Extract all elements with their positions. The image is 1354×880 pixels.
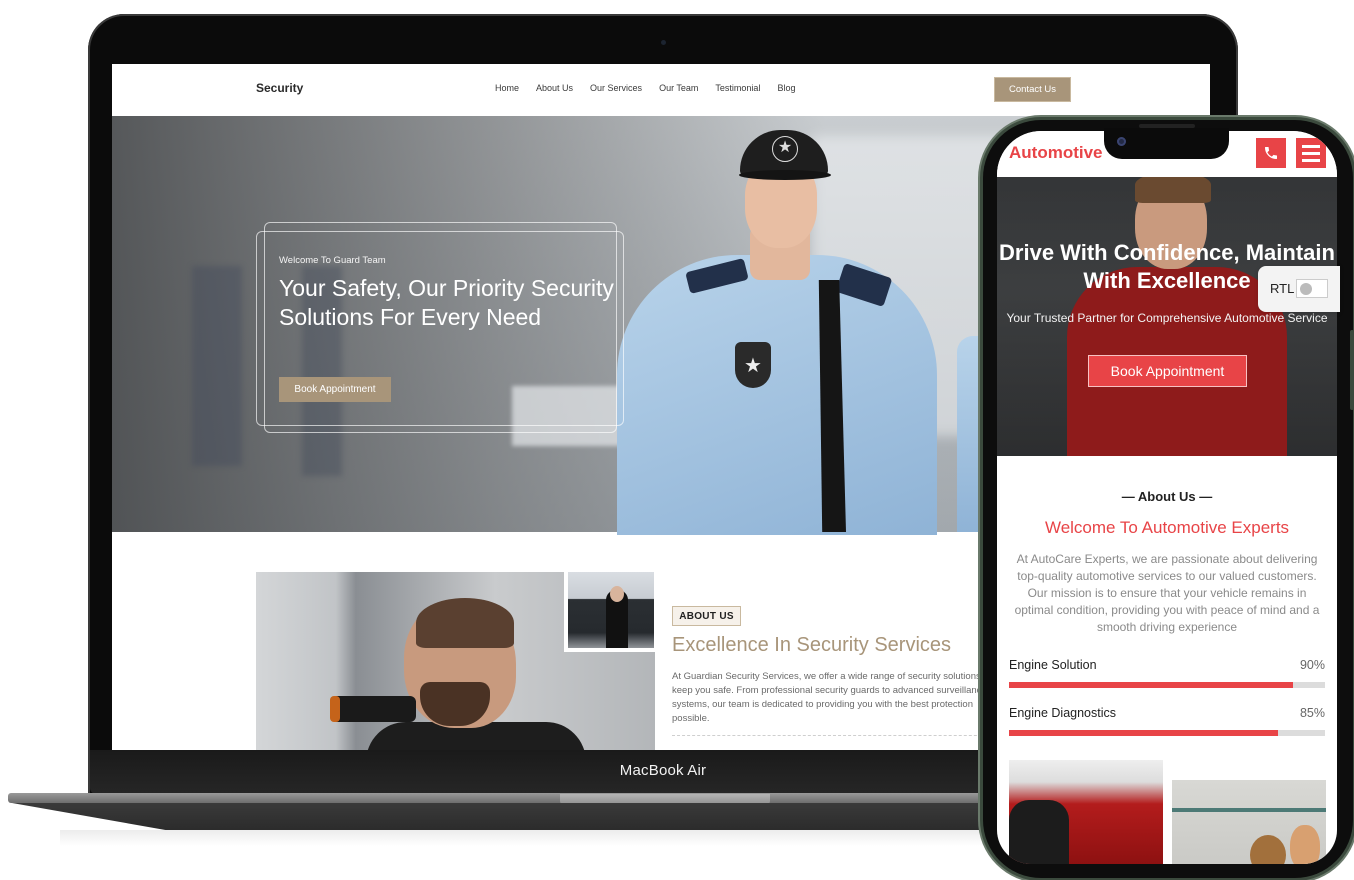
mobile-hero-subtitle: Your Trusted Partner for Comprehensive A… [1006, 311, 1328, 325]
star-icon: ★ [772, 136, 798, 162]
nav-item-about-us[interactable]: About Us [536, 83, 573, 93]
skill-percent: 90% [1299, 658, 1325, 672]
mobile-site-logo[interactable]: Automotive [1009, 143, 1103, 163]
guard-cap-brim [739, 170, 831, 180]
device-mockup-stage: Security Home About Us Our Services Our … [0, 0, 1354, 880]
mobile-book-appointment-button[interactable]: Book Appointment [1088, 355, 1247, 387]
nav-item-home[interactable]: Home [495, 83, 519, 93]
mechanic-figure [1009, 800, 1069, 864]
badge-star-icon: ★ [735, 342, 771, 388]
contact-us-button[interactable]: Contact Us [994, 77, 1071, 102]
skill-fill [1009, 682, 1294, 688]
phone-side-button [1350, 330, 1354, 410]
laptop-shadow [60, 830, 1060, 846]
mobile-hero-section: Drive With Confidence, Maintain With Exc… [997, 177, 1337, 456]
site-logo[interactable]: Security [256, 81, 303, 95]
thumbnail-photo [568, 572, 654, 648]
about-title: Excellence In Security Services [672, 634, 952, 656]
nav-item-our-team[interactable]: Our Team [659, 83, 698, 93]
rtl-label: RTL [1270, 281, 1295, 296]
flashlight [330, 696, 416, 722]
hero-background-door [192, 266, 242, 466]
rtl-switcher: RTL [1258, 266, 1340, 312]
nav-item-blog[interactable]: Blog [777, 83, 795, 93]
skill-track [1009, 682, 1325, 688]
about-thumbnail-image [564, 568, 658, 652]
book-appointment-button[interactable]: Book Appointment [279, 377, 391, 402]
phone-icon-glyph [1265, 147, 1277, 159]
mechanic-figure [1290, 825, 1320, 864]
phone-screen: Automotive Drive With Confidence, Mainta… [997, 131, 1337, 864]
mobile-about-label: — About Us — [1121, 489, 1213, 504]
mechanic-figure [1250, 835, 1286, 864]
mechanic-working-image [1009, 760, 1163, 864]
mobile-about-description: At AutoCare Experts, we are passionate a… [1014, 552, 1320, 634]
nav-item-our-services[interactable]: Our Services [590, 83, 642, 93]
nav-item-testimonial[interactable]: Testimonial [715, 83, 760, 93]
phone-camera [1117, 137, 1126, 146]
about-description: At Guardian Security Services, we offer … [672, 671, 992, 724]
rtl-toggle-switch[interactable] [1296, 279, 1328, 298]
site-navbar: Security Home About Us Our Services Our … [112, 64, 1210, 116]
bodyguard-face [610, 586, 624, 602]
mechanics-team-image [1172, 780, 1326, 864]
toggle-knob [1300, 283, 1312, 295]
skill-name: Engine Solution [1009, 658, 1097, 672]
phone-icon[interactable] [1256, 138, 1286, 168]
nav-links: Home About Us Our Services Our Team Test… [495, 83, 795, 93]
hero-subtitle: Welcome To Guard Team [279, 255, 386, 266]
guard-hair [416, 598, 514, 648]
mechanic-hair [1135, 177, 1211, 203]
garage-rail [1172, 808, 1326, 812]
flashlight-cap [330, 696, 340, 722]
skill-track [1009, 730, 1325, 736]
dashed-divider [672, 735, 1002, 736]
mobile-about-title: Welcome To Automotive Experts [1044, 518, 1290, 537]
about-us-tag: ABOUT US [672, 606, 741, 626]
skill-name: Engine Diagnostics [1009, 706, 1117, 720]
security-guard-image: ★ ★ [607, 130, 947, 535]
guard-shirt [617, 255, 937, 535]
hero-title: Your Safety, Our Priority Security Solut… [279, 275, 614, 330]
hamburger-menu-icon[interactable] [1296, 138, 1326, 168]
skill-fill [1009, 730, 1278, 736]
laptop-camera [661, 40, 666, 45]
skill-percent: 85% [1299, 706, 1325, 720]
